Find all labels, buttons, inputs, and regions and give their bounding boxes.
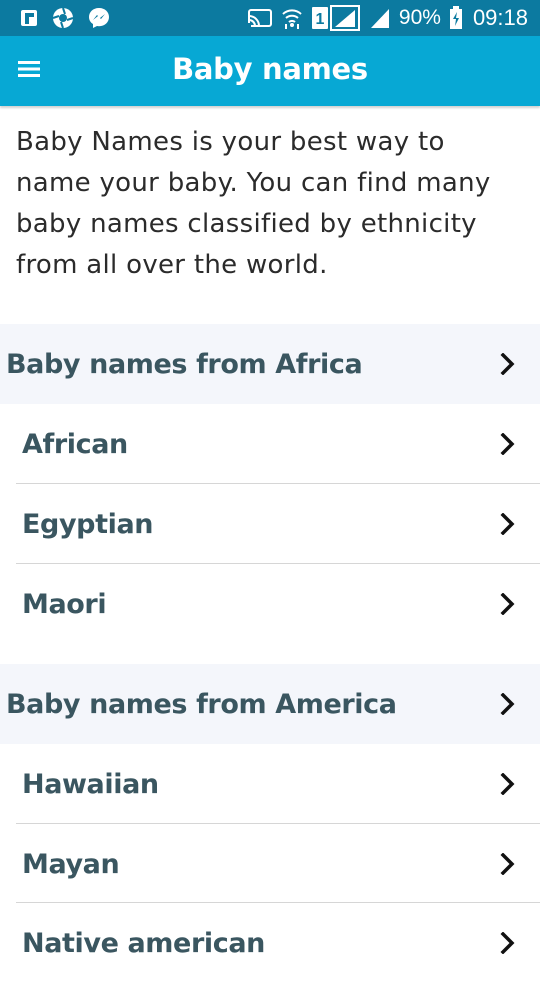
chevron-right-icon: [498, 772, 518, 796]
list-item-egyptian[interactable]: Egyptian: [16, 484, 540, 564]
section-title: Baby names from Africa: [6, 348, 363, 380]
list-item-label: Mayan: [22, 848, 120, 880]
cast-icon: [246, 8, 273, 28]
clock: 09:18: [472, 5, 528, 30]
section-header-africa[interactable]: Baby names from Africa: [0, 324, 540, 404]
status-bar: 1 90% 09:18: [0, 0, 540, 36]
list-item-native-american[interactable]: Native american: [16, 903, 540, 983]
battery-percent: 90%: [398, 6, 441, 29]
list-item-label: Maori: [22, 588, 107, 620]
list-item-label: Native american: [22, 927, 265, 959]
messenger-icon: [88, 7, 110, 29]
chevron-right-icon: [498, 692, 518, 716]
page-title: Baby names: [172, 52, 368, 86]
sim-signal-icon: 1: [311, 5, 361, 31]
list-item-mayan[interactable]: Mayan: [16, 824, 540, 904]
signal-icon: [369, 7, 391, 29]
list-item-maori[interactable]: Maori: [16, 564, 540, 644]
app-bar: Baby names: [0, 36, 540, 106]
aperture-icon: [52, 7, 74, 29]
chevron-right-icon: [498, 592, 518, 616]
chevron-right-icon: [498, 352, 518, 376]
section-header-america[interactable]: Baby names from America: [0, 664, 540, 744]
section-title: Baby names from America: [6, 688, 397, 720]
svg-text:1: 1: [315, 11, 324, 28]
chevron-right-icon: [498, 512, 518, 536]
list-item-hawaiian[interactable]: Hawaiian: [16, 744, 540, 824]
intro-text: Baby Names is your best way to name your…: [16, 127, 491, 280]
chevron-right-icon: [498, 852, 518, 876]
list-item-label: Egyptian: [22, 508, 154, 540]
chevron-right-icon: [498, 931, 518, 955]
chevron-right-icon: [498, 432, 518, 456]
list-item-african[interactable]: African: [16, 404, 540, 484]
list-item-label: African: [22, 428, 128, 460]
flipboard-icon: [20, 9, 38, 27]
wifi-icon: [281, 6, 303, 30]
list-item-label: Hawaiian: [22, 768, 159, 800]
battery-charging-icon: [449, 6, 463, 30]
